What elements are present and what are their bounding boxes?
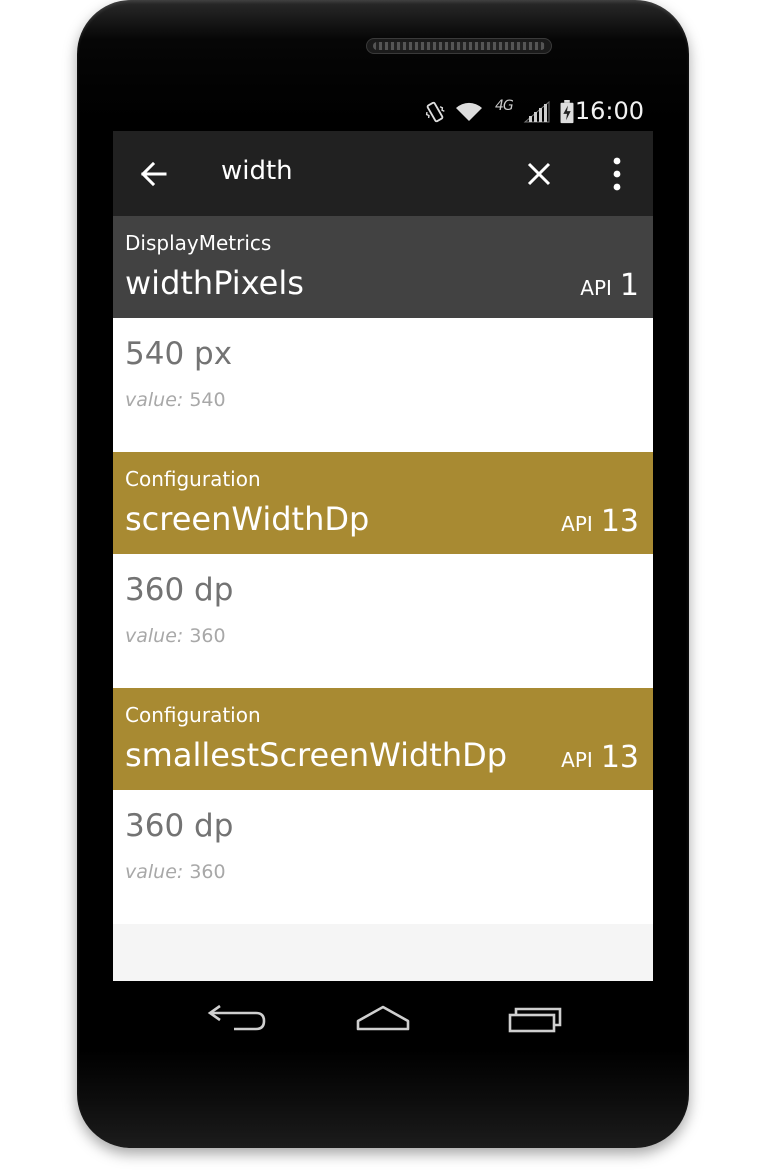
raw-value-number: 360 <box>189 861 226 883</box>
status-bar: 4G 16:00 <box>113 92 653 131</box>
api-level: API 1 <box>580 268 639 303</box>
api-number: 13 <box>600 740 639 775</box>
system-nav-bar <box>113 981 653 1061</box>
api-label: API <box>561 512 593 536</box>
api-number: 13 <box>600 504 639 539</box>
result-body[interactable]: 360 dp value: 360 <box>113 790 653 924</box>
wifi-icon <box>456 102 482 121</box>
result-body[interactable]: 540 px value: 540 <box>113 318 653 452</box>
nav-back-icon[interactable] <box>198 999 268 1043</box>
nav-home-icon[interactable] <box>348 999 418 1043</box>
raw-value-number: 540 <box>189 389 226 411</box>
close-icon[interactable] <box>523 158 555 190</box>
battery-charging-icon <box>560 100 574 124</box>
search-input[interactable] <box>221 156 501 186</box>
search-toolbar <box>113 131 653 216</box>
api-level: API 13 <box>561 740 639 775</box>
field-name: smallestScreenWidthDp <box>125 736 508 774</box>
result-header[interactable]: Configuration smallestScreenWidthDp API 1… <box>113 688 653 790</box>
network-type-label: 4G <box>495 98 514 114</box>
earpiece-speaker <box>366 38 552 54</box>
api-number: 1 <box>619 268 639 303</box>
field-name: screenWidthDp <box>125 500 370 538</box>
display-value: 360 dp <box>125 572 234 608</box>
overflow-menu-icon[interactable] <box>603 155 631 193</box>
api-level: API 13 <box>561 504 639 539</box>
class-name: DisplayMetrics <box>125 231 272 255</box>
back-arrow-icon[interactable] <box>137 157 171 191</box>
raw-value-label: value: <box>125 389 184 411</box>
nav-recents-icon[interactable] <box>498 999 568 1043</box>
field-name: widthPixels <box>125 264 304 302</box>
api-label: API <box>580 276 612 300</box>
vibrate-icon <box>425 101 445 123</box>
display-value: 360 dp <box>125 808 234 844</box>
raw-value-label: value: <box>125 861 184 883</box>
api-label: API <box>561 748 593 772</box>
signal-strength-icon <box>523 100 550 123</box>
app-screen: DisplayMetrics widthPixels API 1 540 px v… <box>113 131 653 981</box>
class-name: Configuration <box>125 467 261 491</box>
raw-value-number: 360 <box>189 625 226 647</box>
result-header[interactable]: DisplayMetrics widthPixels API 1 <box>113 216 653 318</box>
result-body[interactable]: 360 dp value: 360 <box>113 554 653 688</box>
raw-value: value: 540 <box>125 389 226 411</box>
display-value: 540 px <box>125 336 233 372</box>
result-header[interactable]: Configuration screenWidthDp API 13 <box>113 452 653 554</box>
class-name: Configuration <box>125 703 261 727</box>
raw-value: value: 360 <box>125 861 226 883</box>
results-list: DisplayMetrics widthPixels API 1 540 px v… <box>113 216 653 924</box>
clock: 16:00 <box>574 97 644 125</box>
raw-value-label: value: <box>125 625 184 647</box>
raw-value: value: 360 <box>125 625 226 647</box>
